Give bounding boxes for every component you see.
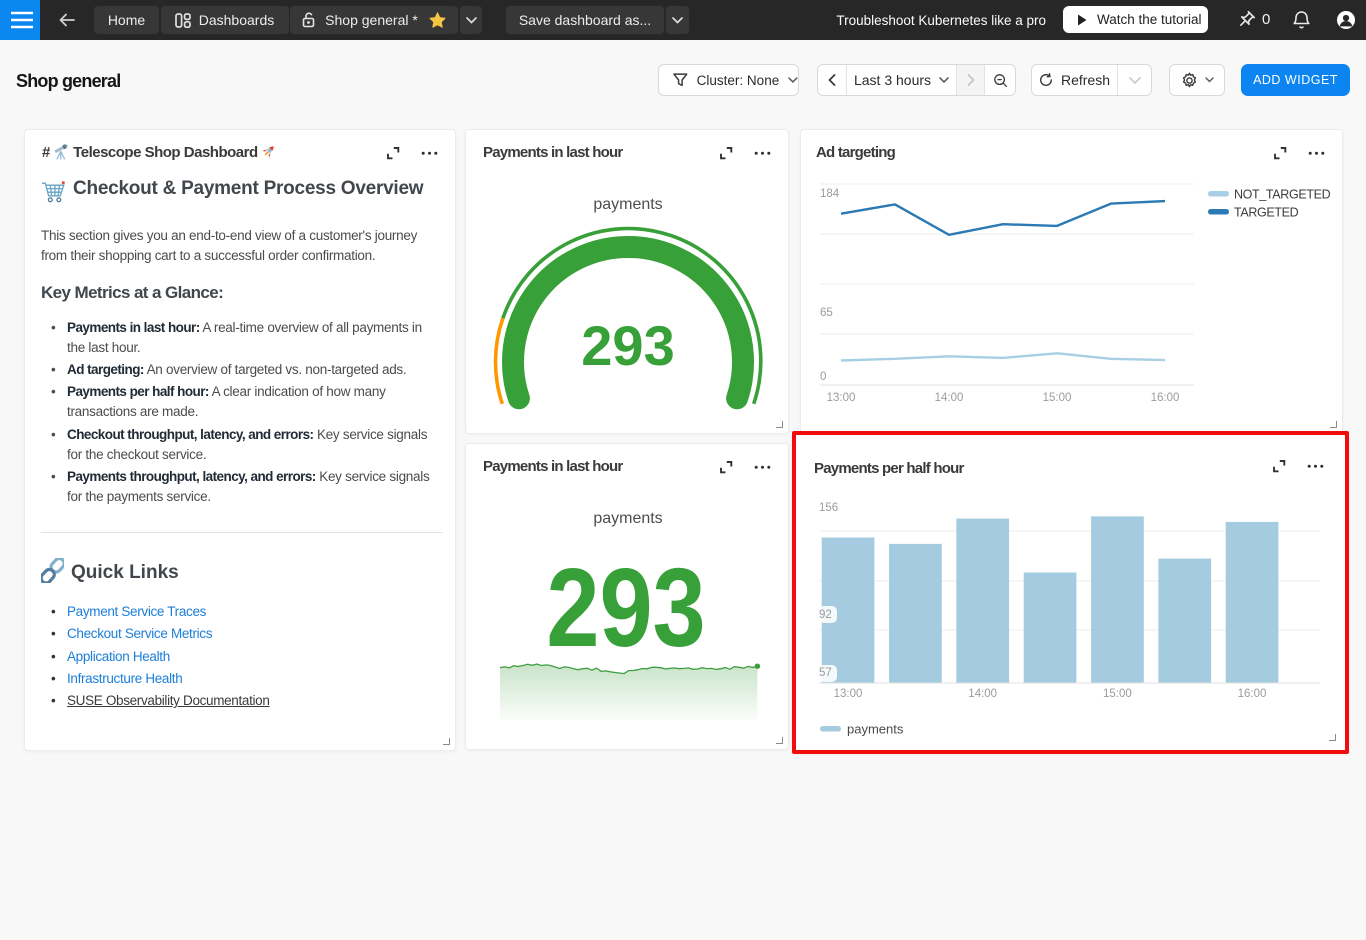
- svg-text:15:00: 15:00: [1043, 392, 1072, 404]
- svg-text:14:00: 14:00: [935, 392, 964, 404]
- svg-text:14:00: 14:00: [968, 688, 997, 700]
- svg-text:TARGETED: TARGETED: [1234, 206, 1299, 220]
- svg-text:NOT_TARGETED: NOT_TARGETED: [1234, 188, 1331, 202]
- svg-text:57: 57: [819, 667, 832, 679]
- svg-text:293: 293: [546, 545, 705, 669]
- svg-text:payments: payments: [847, 722, 904, 737]
- svg-text:184: 184: [820, 188, 840, 200]
- svg-text:65: 65: [820, 307, 833, 319]
- svg-text:13:00: 13:00: [827, 392, 856, 404]
- svg-text:156: 156: [819, 502, 838, 514]
- svg-text:15:00: 15:00: [1103, 688, 1132, 700]
- svg-text:0: 0: [820, 371, 826, 383]
- svg-text:16:00: 16:00: [1238, 688, 1267, 700]
- svg-text:293: 293: [581, 314, 674, 377]
- svg-text:13:00: 13:00: [834, 688, 863, 700]
- svg-text:92: 92: [819, 609, 832, 621]
- svg-text:16:00: 16:00: [1151, 392, 1180, 404]
